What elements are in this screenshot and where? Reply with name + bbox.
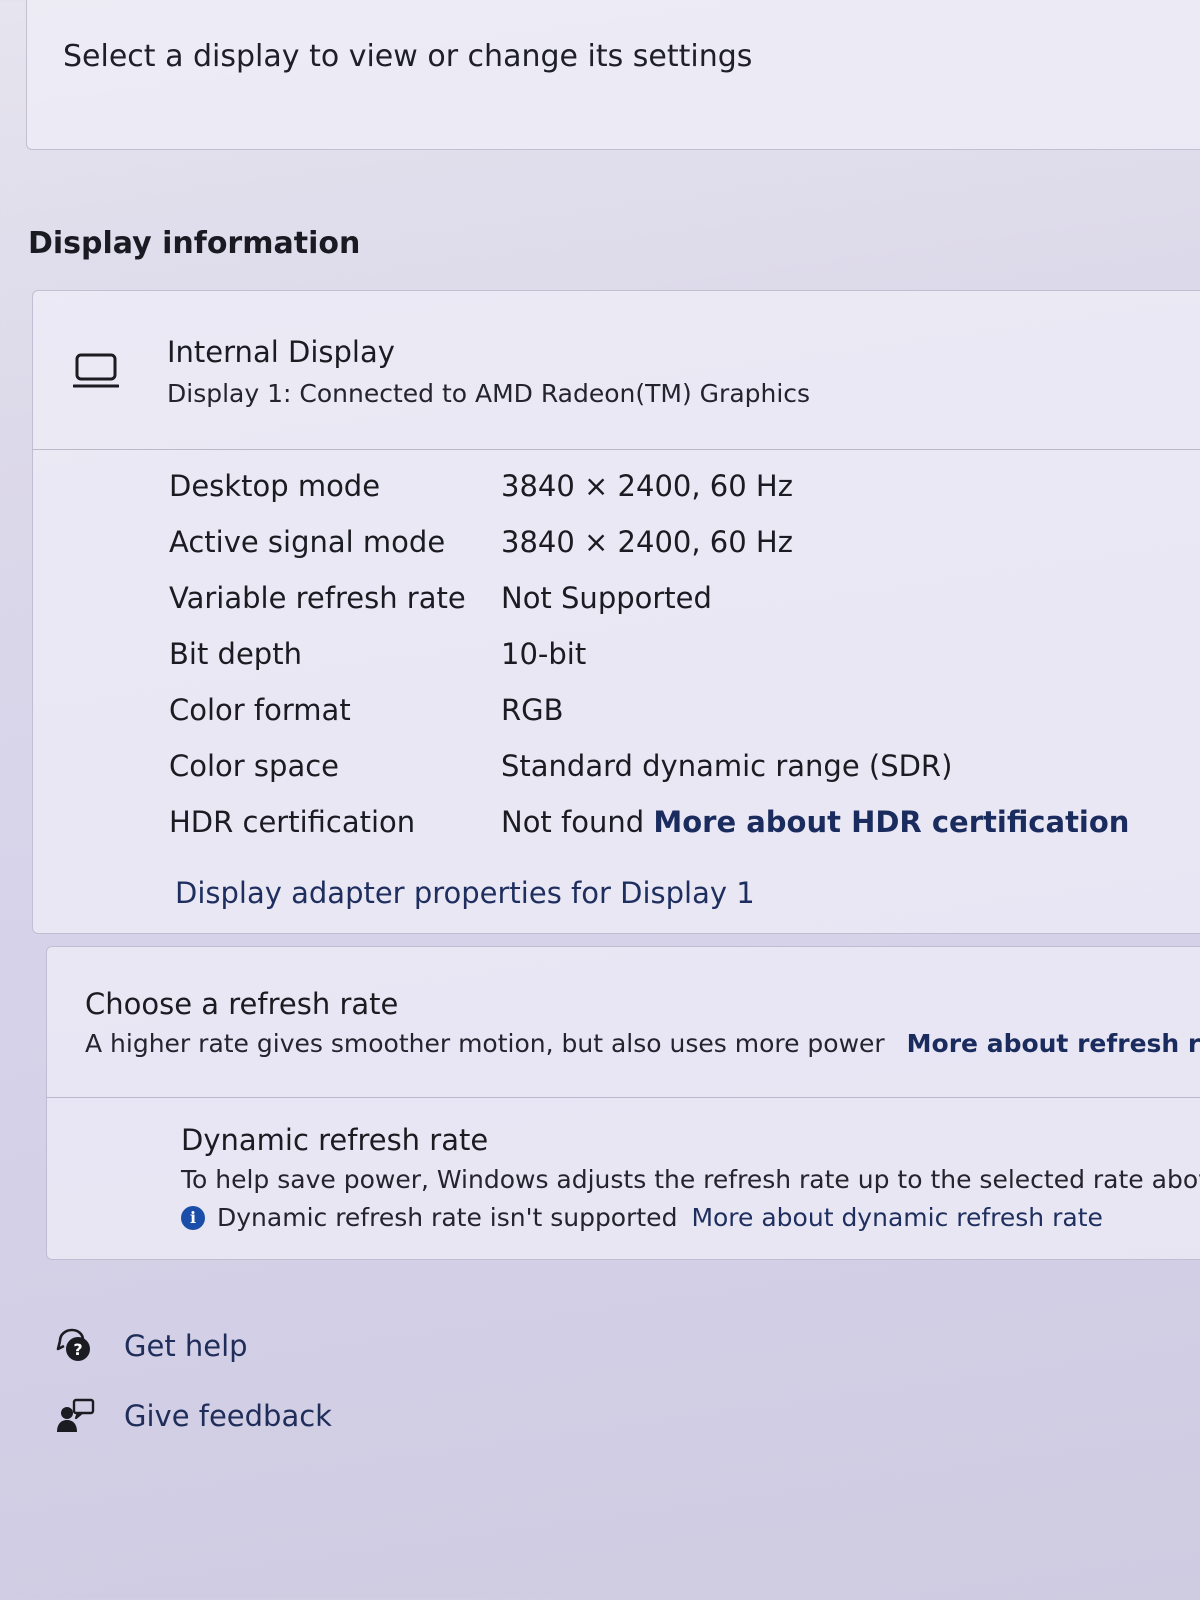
refresh-rate-card: Choose a refresh rate A higher rate give… (46, 946, 1200, 1260)
laptop-icon (72, 353, 120, 393)
info-value: RGB (501, 693, 564, 727)
display-information-card: Internal Display Display 1: Connected to… (32, 290, 1200, 934)
refresh-rate-description: A higher rate gives smoother motion, but… (85, 1029, 885, 1058)
give-feedback-link[interactable]: Give feedback (56, 1396, 332, 1436)
info-value: 3840 × 2400, 60 Hz (501, 525, 793, 559)
info-label: Variable refresh rate (169, 581, 466, 615)
info-value: Standard dynamic range (SDR) (501, 749, 953, 783)
info-row-desktop-mode: Desktop mode 3840 × 2400, 60 Hz (169, 469, 1169, 509)
dynamic-refresh-description: To help save power, Windows adjusts the … (181, 1165, 1200, 1194)
display-subtitle: Display 1: Connected to AMD Radeon(TM) G… (167, 379, 811, 408)
info-row-bit-depth: Bit depth 10-bit (169, 637, 1169, 677)
info-row-color-space: Color space Standard dynamic range (SDR) (169, 749, 1169, 789)
info-label: Color space (169, 749, 340, 783)
info-value: 3840 × 2400, 60 Hz (501, 469, 793, 503)
refresh-rate-description-line: A higher rate gives smoother motion, but… (85, 1029, 1200, 1058)
refresh-rate-header: Choose a refresh rate A higher rate give… (47, 947, 1200, 1098)
info-icon: i (181, 1205, 205, 1230)
select-display-card: Select a display to view or change its s… (26, 0, 1200, 150)
display-header: Internal Display Display 1: Connected to… (33, 291, 1200, 450)
info-row-hdr-certification: HDR certification Not found More about H… (169, 805, 1169, 845)
info-row-color-format: Color format RGB (169, 693, 1169, 733)
dynamic-refresh-title: Dynamic refresh rate (181, 1123, 489, 1157)
info-row-variable-refresh-rate: Variable refresh rate Not Supported (169, 581, 1169, 621)
display-information-title: Display information (28, 226, 361, 261)
display-adapter-properties-link[interactable]: Display adapter properties for Display 1 (175, 876, 755, 910)
info-value: 10-bit (501, 637, 587, 671)
refresh-rate-more-link[interactable]: More about refresh rate (907, 1029, 1200, 1058)
info-row-active-signal-mode: Active signal mode 3840 × 2400, 60 Hz (169, 525, 1169, 565)
help-icon: ? (56, 1327, 96, 1365)
info-label: Color format (169, 693, 351, 727)
dynamic-refresh-more-link[interactable]: More about dynamic refresh rate (691, 1203, 1102, 1232)
info-value: Not Supported (501, 581, 712, 615)
dynamic-refresh-note-text: Dynamic refresh rate isn't supported (217, 1203, 678, 1232)
info-label: Active signal mode (169, 525, 446, 559)
refresh-rate-title: Choose a refresh rate (85, 987, 399, 1021)
feedback-icon (56, 1397, 96, 1435)
info-value-group: Not found More about HDR certification (501, 805, 1129, 839)
hdr-certification-link[interactable]: More about HDR certification (653, 805, 1129, 839)
select-display-text: Select a display to view or change its s… (63, 39, 753, 74)
get-help-link[interactable]: ? Get help (56, 1326, 248, 1366)
display-name: Internal Display (167, 335, 395, 369)
give-feedback-label: Give feedback (124, 1399, 332, 1433)
info-label: Desktop mode (169, 469, 381, 503)
get-help-label: Get help (124, 1329, 248, 1363)
info-label: Bit depth (169, 637, 302, 671)
info-value: Not found (501, 805, 645, 839)
info-label: HDR certification (169, 805, 416, 839)
dynamic-refresh-note: i Dynamic refresh rate isn't supported M… (181, 1203, 1103, 1232)
svg-text:?: ? (73, 1340, 82, 1359)
